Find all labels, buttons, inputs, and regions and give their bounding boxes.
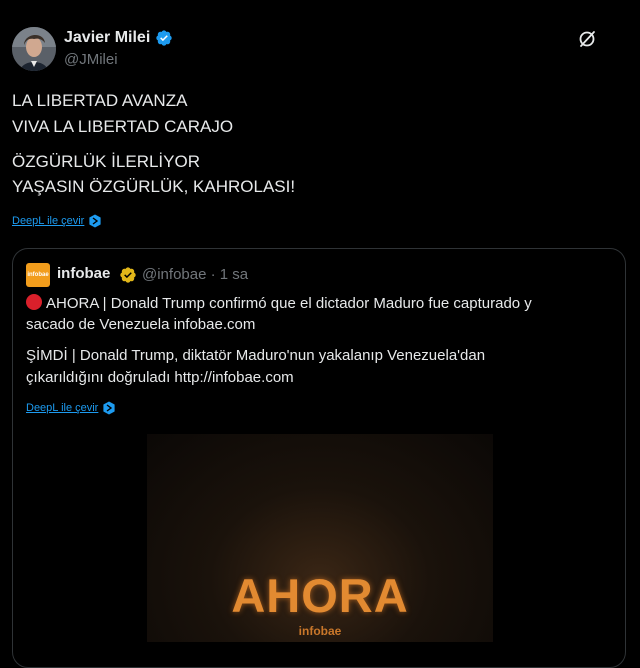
media-headline: AHORA	[231, 569, 409, 622]
quoted-text-line: ŞİMDİ | Donald Trump, diktatör Maduro'nu…	[26, 347, 486, 364]
grok-icon[interactable]	[577, 29, 597, 49]
tweet: Javier Milei @JMilei LA LIBERTAD AVANZA …	[0, 0, 640, 668]
tweet-text-line: VIVA LA LIBERTAD CARAJO	[12, 117, 234, 136]
verified-gold-badge-icon[interactable]	[119, 266, 137, 284]
quoted-text-line: AHORA | Donald Trump confirmó que el dic…	[26, 294, 532, 312]
media-brand: infobae	[298, 624, 342, 638]
quoted-text-span: AHORA | Donald Trump confirmó que el dic…	[46, 295, 532, 312]
quoted-avatar[interactable]: infobae	[26, 263, 50, 287]
red-circle-icon	[26, 294, 42, 310]
quoted-handle-time[interactable]: @infobae · 1 sa	[142, 266, 248, 283]
deepl-icon	[89, 214, 101, 228]
translate-label: DeepL ile çevir	[12, 215, 85, 227]
author-name-row: Javier Milei	[64, 29, 173, 47]
quoted-logo-text: infobae	[27, 272, 49, 278]
quoted-text-line: sacado de Venezuela infobae.com	[26, 316, 256, 333]
deepl-icon	[103, 401, 115, 415]
quoted-translate-button[interactable]: DeepL ile çevir	[26, 401, 116, 415]
profile-photo	[12, 27, 56, 71]
verified-badge-icon[interactable]	[155, 29, 173, 47]
tweet-text-line: LA LIBERTAD AVANZA	[12, 91, 188, 110]
quoted-media-image[interactable]: AHORA infobae	[147, 434, 493, 642]
quoted-text-line: çıkarıldığını doğruladı http://infobae.c…	[26, 369, 294, 386]
author-handle[interactable]: @JMilei	[64, 51, 118, 68]
tweet-text-line: YAŞASIN ÖZGÜRLÜK, KAHROLASI!	[12, 177, 296, 196]
translate-label: DeepL ile çevir	[26, 402, 99, 414]
translate-button[interactable]: DeepL ile çevir	[12, 214, 102, 228]
avatar[interactable]	[12, 27, 56, 71]
author-display-name[interactable]: Javier Milei	[64, 29, 150, 47]
quoted-display-name[interactable]: infobae	[57, 265, 110, 282]
tweet-text-line: ÖZGÜRLÜK İLERLİYOR	[12, 152, 200, 171]
